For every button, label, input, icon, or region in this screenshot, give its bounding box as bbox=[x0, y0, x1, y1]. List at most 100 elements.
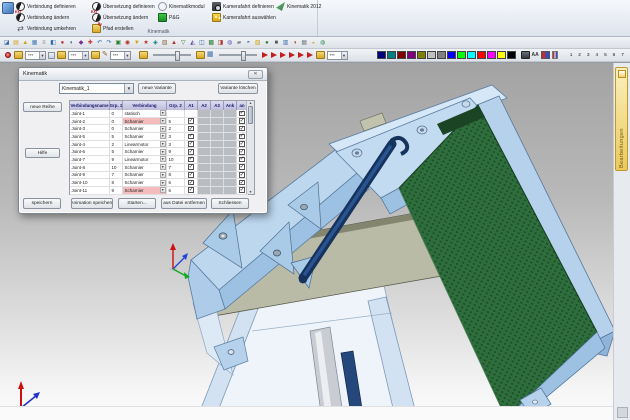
a1-checkbox[interactable]: ✓ bbox=[188, 141, 194, 147]
column-header-a3[interactable]: A3 bbox=[211, 101, 224, 110]
cell-grp2[interactable]: 5 bbox=[167, 118, 185, 125]
color-swatch-10[interactable] bbox=[467, 51, 477, 59]
toolbar-icon-23[interactable]: ▩ bbox=[207, 38, 216, 48]
cell-grp2[interactable]: 10 bbox=[167, 156, 185, 163]
cell-grp1[interactable]: 5 bbox=[110, 133, 123, 140]
cell-grp2[interactable]: 9 bbox=[167, 148, 185, 155]
cell-grp2[interactable]: 6 bbox=[167, 179, 185, 186]
layer-folder-icon[interactable] bbox=[316, 51, 325, 59]
column-header-verbindungsname[interactable]: Verbindungsname bbox=[70, 101, 110, 110]
an-checkbox[interactable]: ✓ bbox=[239, 134, 245, 140]
a1-checkbox[interactable]: ✓ bbox=[188, 172, 194, 178]
cell-a1[interactable] bbox=[185, 110, 198, 117]
close-icon[interactable]: ✕ bbox=[248, 70, 263, 79]
toolbar-icon-27[interactable]: ◓ bbox=[244, 38, 253, 48]
table-scrollbar[interactable]: ▲ ▼ bbox=[246, 101, 254, 194]
schliessen-button[interactable]: Schliessen bbox=[211, 198, 249, 209]
layer-folder-icon[interactable] bbox=[139, 51, 148, 59]
pen-number-7[interactable]: 7 bbox=[618, 53, 627, 58]
scroll-up-icon[interactable]: ▲ bbox=[249, 101, 252, 105]
an-checkbox[interactable]: ✓ bbox=[239, 126, 245, 132]
toolbar-icon-11[interactable]: ↶ bbox=[95, 38, 104, 48]
variant-select[interactable]: Kinematik_1 ▼ bbox=[59, 83, 134, 94]
an-checkbox[interactable]: ✓ bbox=[239, 111, 245, 117]
column-header-grp-1[interactable]: Grp. 1 bbox=[110, 101, 123, 110]
cell-verbindung[interactable]: Scharnier▼ bbox=[123, 172, 167, 179]
toolbar-icon-6[interactable]: ◧ bbox=[48, 38, 57, 48]
a1-checkbox[interactable]: ✓ bbox=[188, 134, 194, 140]
layer-folder-icon[interactable] bbox=[57, 51, 66, 59]
kinematikmodul[interactable]: Kinematikmodul bbox=[158, 1, 205, 12]
cell-verbindung[interactable]: Scharnier▼ bbox=[123, 133, 167, 140]
cell-grp2[interactable] bbox=[167, 110, 185, 117]
width-slider[interactable] bbox=[153, 54, 191, 56]
color-swatch-13[interactable] bbox=[497, 51, 507, 59]
dialog-titlebar[interactable]: Kinematik ✕ bbox=[19, 68, 267, 81]
toolbar-icon-2[interactable]: ▤ bbox=[11, 38, 20, 48]
toolbar-icon-28[interactable]: ▨ bbox=[253, 38, 262, 48]
toolbar-icon-13[interactable]: ▣ bbox=[114, 38, 123, 48]
selection-arrow-icon[interactable] bbox=[298, 52, 304, 58]
neue-reihe-button[interactable]: neue Reihe bbox=[23, 102, 62, 112]
verbindung-definieren[interactable]: Verbindung definieren bbox=[16, 1, 76, 12]
cell-grp1[interactable]: 7 bbox=[110, 172, 123, 179]
pen-number-2[interactable]: 2 bbox=[575, 53, 584, 58]
an-checkbox[interactable]: ✓ bbox=[239, 164, 245, 170]
width-slider[interactable] bbox=[219, 54, 257, 56]
selection-arrow-icon[interactable] bbox=[271, 52, 277, 58]
verbindung-aendern[interactable]: Verbindung ändern bbox=[16, 12, 69, 23]
cell-name[interactable]: Joint-7 bbox=[70, 156, 110, 163]
selection-arrow-icon[interactable] bbox=[262, 52, 268, 58]
cell-name[interactable]: Joint-6 bbox=[70, 148, 110, 155]
layer-folder-icon[interactable] bbox=[91, 51, 100, 59]
side-tab-bearbeitungen[interactable]: Bearbeitungen bbox=[615, 67, 628, 171]
kinematik-2012[interactable]: Kinematik 2012 bbox=[276, 1, 321, 12]
color-swatch-1[interactable] bbox=[377, 51, 387, 59]
a1-checkbox[interactable]: ✓ bbox=[188, 126, 194, 132]
toolbar-icon-14[interactable]: ◉ bbox=[123, 38, 132, 48]
toolbar-icon-7[interactable]: ● bbox=[58, 38, 67, 48]
cell-verbindung[interactable]: Scharnier▼ bbox=[123, 164, 167, 171]
viewport-corner-box[interactable] bbox=[617, 407, 628, 418]
cell-a1[interactable]: ✓ bbox=[185, 156, 198, 163]
an-checkbox[interactable]: ✓ bbox=[239, 172, 245, 178]
color-swatch-14[interactable] bbox=[507, 51, 517, 59]
toolbar-icon-34[interactable]: ◒ bbox=[309, 38, 318, 48]
a1-checkbox[interactable]: ✓ bbox=[188, 180, 194, 186]
chevron-down-icon[interactable]: ▼ bbox=[160, 156, 166, 162]
cell-name[interactable]: Joint-8 bbox=[70, 164, 110, 171]
a1-checkbox[interactable]: ✓ bbox=[188, 164, 194, 170]
an-checkbox[interactable]: ✓ bbox=[239, 141, 245, 147]
cell-verbindung[interactable]: Linearmotor▼ bbox=[123, 141, 167, 148]
cell-a1[interactable]: ✓ bbox=[185, 141, 198, 148]
pen-number-5[interactable]: 5 bbox=[601, 53, 610, 58]
chevron-down-icon[interactable]: ▼ bbox=[160, 187, 166, 193]
cell-a1[interactable]: ✓ bbox=[185, 125, 198, 132]
selection-arrow-icon[interactable] bbox=[289, 52, 295, 58]
pen-number-4[interactable]: 4 bbox=[593, 53, 602, 58]
cell-grp2[interactable]: 3 bbox=[167, 133, 185, 140]
image-icon[interactable] bbox=[521, 51, 530, 59]
mini-swatch-icon[interactable] bbox=[48, 52, 55, 59]
cell-name[interactable]: Joint-5 bbox=[70, 133, 110, 140]
p-und-g[interactable]: P&G bbox=[158, 12, 180, 23]
cell-name[interactable]: Joint-11 bbox=[70, 187, 110, 194]
hilfe-button[interactable]: Hilfe bbox=[25, 148, 60, 158]
a1-checkbox[interactable]: ✓ bbox=[188, 118, 194, 124]
scroll-down-icon[interactable]: ▼ bbox=[249, 190, 252, 194]
animation-speichern-button[interactable]: Animation speichern bbox=[71, 198, 113, 209]
an-checkbox[interactable]: ✓ bbox=[239, 157, 245, 163]
cell-name[interactable]: Joint-2 bbox=[70, 118, 110, 125]
chevron-down-icon[interactable]: ▼ bbox=[160, 164, 166, 170]
cell-verbindung[interactable]: Scharnier▼ bbox=[123, 148, 167, 155]
cell-name[interactable]: Joint-4 bbox=[70, 141, 110, 148]
toolbar-icon-29[interactable]: ● bbox=[262, 38, 271, 48]
attribute-select[interactable]: ***▼ bbox=[327, 51, 348, 60]
cell-verbindung[interactable]: Scharnier▼ bbox=[123, 118, 167, 125]
bars-icon[interactable] bbox=[552, 51, 558, 59]
cell-grp1[interactable]: 0 bbox=[110, 110, 123, 117]
color-swatch-4[interactable] bbox=[407, 51, 417, 59]
toolbar-icon-3[interactable]: ▲ bbox=[21, 38, 30, 48]
column-header-ank[interactable]: Ank bbox=[224, 101, 237, 110]
chevron-down-icon[interactable]: ▼ bbox=[160, 172, 166, 178]
